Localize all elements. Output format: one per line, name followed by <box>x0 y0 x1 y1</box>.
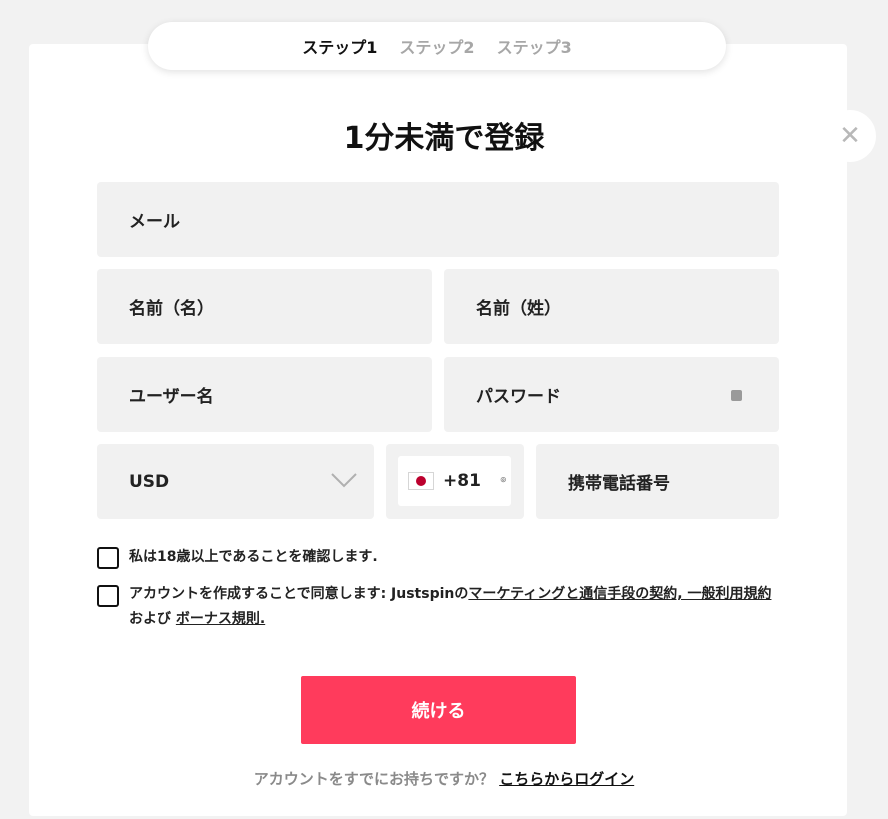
chevron-down-icon <box>331 473 357 488</box>
currency-value: USD <box>129 471 170 492</box>
age-checkbox[interactable] <box>97 547 119 569</box>
first-name-field[interactable]: 名前（名） <box>97 269 432 344</box>
terms-checkbox[interactable] <box>97 585 119 607</box>
phone-field[interactable]: 携帯電話番号 <box>536 444 779 519</box>
email-placeholder: メール <box>129 212 180 232</box>
step-indicator: ステップ1 ステップ2 ステップ3 <box>148 22 726 70</box>
login-prompt: アカウントをすでにお持ちですか？ こちらからログイン <box>0 768 888 789</box>
terms-prefix: アカウントを作成することで同意します: Justspinの <box>129 586 469 602</box>
last-name-field[interactable]: 名前（姓） <box>444 269 779 344</box>
terms-and: および <box>129 611 176 627</box>
login-prompt-text: アカウントをすでにお持ちですか？ <box>253 770 494 788</box>
phone-code-select[interactable]: +81 ⌾ <box>398 456 511 506</box>
continue-button[interactable]: 続ける <box>301 676 576 744</box>
step-1: ステップ1 <box>302 38 378 57</box>
terms-link[interactable]: マーケティングと通信手段の契約, 一般利用規約 <box>468 586 771 602</box>
first-name-placeholder: 名前（名） <box>129 299 214 319</box>
terms-checkbox-label: アカウントを作成することで同意します: Justspinのマーケティングと通信手… <box>129 582 779 632</box>
step-3: ステップ3 <box>496 38 572 57</box>
password-placeholder: パスワード <box>476 387 561 407</box>
password-field[interactable]: パスワード <box>444 357 779 432</box>
email-field[interactable]: メール <box>97 182 779 257</box>
age-checkbox-label: 私は18歳以上であることを確認します. <box>129 549 378 565</box>
page-title: 1分未満で登録 <box>343 121 545 156</box>
username-field[interactable]: ユーザー名 <box>97 357 432 432</box>
username-placeholder: ユーザー名 <box>129 387 214 407</box>
step-2: ステップ2 <box>399 38 475 57</box>
bonus-rules-link[interactable]: ボーナス規則. <box>176 611 265 627</box>
login-link[interactable]: こちらからログイン <box>499 770 634 788</box>
chevron-down-icon: ⌾ <box>500 476 506 486</box>
continue-label: 続ける <box>411 701 466 722</box>
phone-code-field: +81 ⌾ <box>386 444 524 519</box>
last-name-placeholder: 名前（姓） <box>476 299 561 319</box>
currency-select[interactable]: USD <box>97 444 374 519</box>
phone-code-value: +81 <box>443 471 481 491</box>
japan-flag-icon <box>408 472 434 490</box>
phone-placeholder: 携帯電話番号 <box>568 474 670 494</box>
eye-icon[interactable] <box>731 390 742 401</box>
